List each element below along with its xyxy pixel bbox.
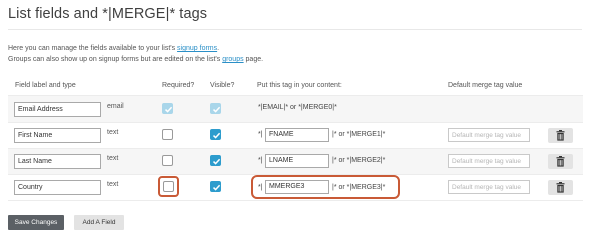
check-icon [212,184,221,191]
trash-icon [556,130,565,141]
visible-checkbox[interactable] [210,155,221,166]
trash-icon [556,182,565,193]
required-checkbox [162,103,173,114]
field-label-input[interactable]: Email Address [14,102,101,117]
check-icon [212,158,221,165]
merge-tag-prefix: *| [258,184,263,191]
check-icon [212,106,221,113]
add-field-button[interactable]: Add A Field [74,215,124,230]
intro-text: Here you can manage the fields available… [8,43,263,65]
merge-tag-suffix: |* or *|MERGE1|* [332,131,386,138]
merge-tag-prefix: *| [258,157,263,164]
field-type: text [107,129,119,136]
check-icon [212,132,221,139]
save-changes-button[interactable]: Save Changes [8,215,64,230]
required-checkbox[interactable] [162,155,173,166]
field-type: text [107,155,119,162]
groups-link[interactable]: groups [222,56,243,63]
header-tag: Put this tag in your content: [257,82,342,89]
title-divider [8,29,582,30]
header-visible: Visible? [210,82,235,89]
field-label-input[interactable]: Country [14,180,101,195]
intro-line-1-suffix: . [217,45,220,52]
visible-checkbox[interactable] [210,129,221,140]
merge-tag-input[interactable]: LNAME [265,154,329,168]
intro-line-2: Groups can also show up on signup forms … [8,54,263,65]
field-label-input[interactable]: First Name [14,128,101,143]
default-value-input[interactable]: Default merge tag value [448,128,530,142]
merge-tag-suffix: |* or *|MERGE3|* [332,184,386,191]
row-divider [8,200,583,201]
header-required: Required? [162,82,195,89]
delete-field-button[interactable] [548,154,573,169]
required-checkbox[interactable] [163,181,174,192]
header-label-type: Field label and type [15,82,76,89]
default-value-input[interactable]: Default merge tag value [448,154,530,168]
delete-field-button[interactable] [548,180,573,195]
trash-icon [556,156,565,167]
default-value-input[interactable]: Default merge tag value [448,180,530,194]
visible-checkbox[interactable] [210,181,221,192]
header-default: Default merge tag value [448,82,523,89]
field-label-input[interactable]: Last Name [14,154,101,169]
intro-line-2-suffix: page. [243,56,264,63]
merge-tag-prefix: *| [258,131,263,138]
page-title: List fields and *|MERGE|* tags [8,6,208,22]
signup-forms-link[interactable]: signup forms [177,45,217,52]
delete-field-button[interactable] [548,128,573,143]
merge-tag-input[interactable]: FNAME [265,128,329,142]
merge-tag-suffix: |* or *|MERGE2|* [332,157,386,164]
field-type: email [107,103,124,110]
visible-checkbox [210,103,221,114]
merge-tag-text: *|EMAIL|* or *|MERGE0|* [258,104,337,111]
row-divider [8,122,583,123]
field-type: text [107,181,119,188]
intro-line-2-prefix: Groups can also show up on signup forms … [8,56,223,63]
intro-line-1: Here you can manage the fields available… [8,43,263,54]
required-checkbox[interactable] [162,129,173,140]
check-icon [164,106,173,113]
merge-tag-input[interactable]: MMERGE3 [265,180,329,194]
intro-line-1-prefix: Here you can manage the fields available… [8,45,178,52]
